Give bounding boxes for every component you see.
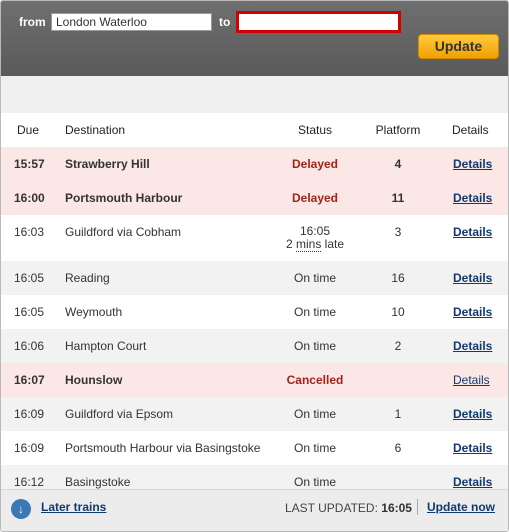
details-link[interactable]: Details <box>453 305 492 319</box>
column-header-due: Due <box>17 123 40 137</box>
details-link[interactable]: Details <box>453 407 492 421</box>
table-row: 16:07 Hounslow Cancelled Details <box>1 363 508 397</box>
departures-footer: ↓ Later trains LAST UPDATED: 16:05 Updat… <box>1 489 508 531</box>
chevron-down-circle-icon[interactable]: ↓ <box>11 499 31 519</box>
table-row: 15:57 Strawberry Hill Delayed 4 Details <box>1 147 508 181</box>
table-row: 16:09 Portsmouth Harbour via Basingstoke… <box>1 431 508 465</box>
details-link[interactable]: Details <box>453 441 492 455</box>
platform: 6 <box>394 441 402 455</box>
column-header-details: Details <box>452 123 489 137</box>
status: On time <box>293 475 336 489</box>
journey-search-bar: from to Update <box>1 1 508 76</box>
due-time: 16:05 <box>14 271 45 285</box>
platform: 11 <box>391 191 405 205</box>
due-time: 16:09 <box>14 441 45 455</box>
due-time: 16:07 <box>14 373 45 387</box>
destination: Weymouth <box>65 305 123 319</box>
departures-table: Due Destination Status Platform Details … <box>1 113 508 489</box>
column-header-platform: Platform <box>375 123 421 137</box>
destination: Hampton Court <box>65 339 147 353</box>
status: 16:05 2 mins late <box>261 225 369 252</box>
platform: 1 <box>394 407 402 421</box>
destination: Reading <box>65 271 110 285</box>
status: Cancelled <box>286 373 344 387</box>
status: On time <box>293 339 336 353</box>
destination: Portsmouth Harbour via Basingstoke <box>65 441 261 455</box>
status: Delayed <box>291 191 339 205</box>
update-button[interactable]: Update <box>418 34 499 59</box>
platform: 2 <box>394 339 402 353</box>
destination: Guildford via Cobham <box>65 225 182 239</box>
status: On time <box>293 271 336 285</box>
last-updated-time: 16:05 <box>381 501 412 515</box>
platform: 10 <box>391 305 405 319</box>
to-station-input[interactable] <box>236 11 401 33</box>
platform: 16 <box>391 271 405 285</box>
footer-divider <box>417 499 418 515</box>
status: On time <box>293 441 336 455</box>
details-link[interactable]: Details <box>453 339 492 353</box>
due-time: 16:05 <box>14 305 45 319</box>
last-updated: LAST UPDATED: 16:05 <box>285 501 412 515</box>
update-now-link[interactable]: Update now <box>427 500 495 514</box>
table-row: 16:12 Basingstoke On time Details <box>1 465 508 489</box>
table-row: 16:03 Guildford via Cobham 16:05 2 mins … <box>1 215 508 261</box>
column-header-status: Status <box>297 123 333 137</box>
details-link[interactable]: Details <box>453 191 492 205</box>
details-link[interactable]: Details <box>453 225 492 239</box>
due-time: 16:03 <box>14 225 45 239</box>
search-spacer <box>1 76 508 113</box>
later-trains-link[interactable]: Later trains <box>41 500 106 514</box>
status: On time <box>293 407 336 421</box>
live-departures-widget: from to Update Due Destination Status Pl… <box>0 0 509 532</box>
details-link[interactable]: Details <box>453 271 492 285</box>
table-row: 16:05 Weymouth On time 10 Details <box>1 295 508 329</box>
details-link[interactable]: Details <box>453 157 492 171</box>
table-row: 16:00 Portsmouth Harbour Delayed 11 Deta… <box>1 181 508 215</box>
platform: 3 <box>394 225 402 239</box>
delay-note: 2 mins late <box>285 237 345 252</box>
due-time: 16:09 <box>14 407 45 421</box>
platform: 4 <box>394 157 402 171</box>
due-time: 16:06 <box>14 339 45 353</box>
table-row: 16:05 Reading On time 16 Details <box>1 261 508 295</box>
due-time: 16:12 <box>14 475 45 489</box>
destination: Strawberry Hill <box>65 157 150 171</box>
details-link[interactable]: Details <box>453 475 492 489</box>
destination: Hounslow <box>65 373 123 387</box>
due-time: 16:00 <box>14 191 45 205</box>
details-link[interactable]: Details <box>453 373 490 387</box>
status: On time <box>293 305 336 319</box>
destination: Portsmouth Harbour <box>65 191 183 205</box>
table-row: 16:09 Guildford via Epsom On time 1 Deta… <box>1 397 508 431</box>
destination: Guildford via Epsom <box>65 407 174 421</box>
from-label: from <box>19 15 46 29</box>
column-header-destination: Destination <box>65 123 126 137</box>
table-header: Due Destination Status Platform Details <box>1 113 508 147</box>
last-updated-label: LAST UPDATED: <box>285 501 378 515</box>
due-time: 15:57 <box>14 157 45 171</box>
from-station-input[interactable] <box>51 13 212 31</box>
status: Delayed <box>291 157 339 171</box>
destination: Basingstoke <box>65 475 131 489</box>
to-label: to <box>219 15 231 29</box>
table-row: 16:06 Hampton Court On time 2 Details <box>1 329 508 363</box>
